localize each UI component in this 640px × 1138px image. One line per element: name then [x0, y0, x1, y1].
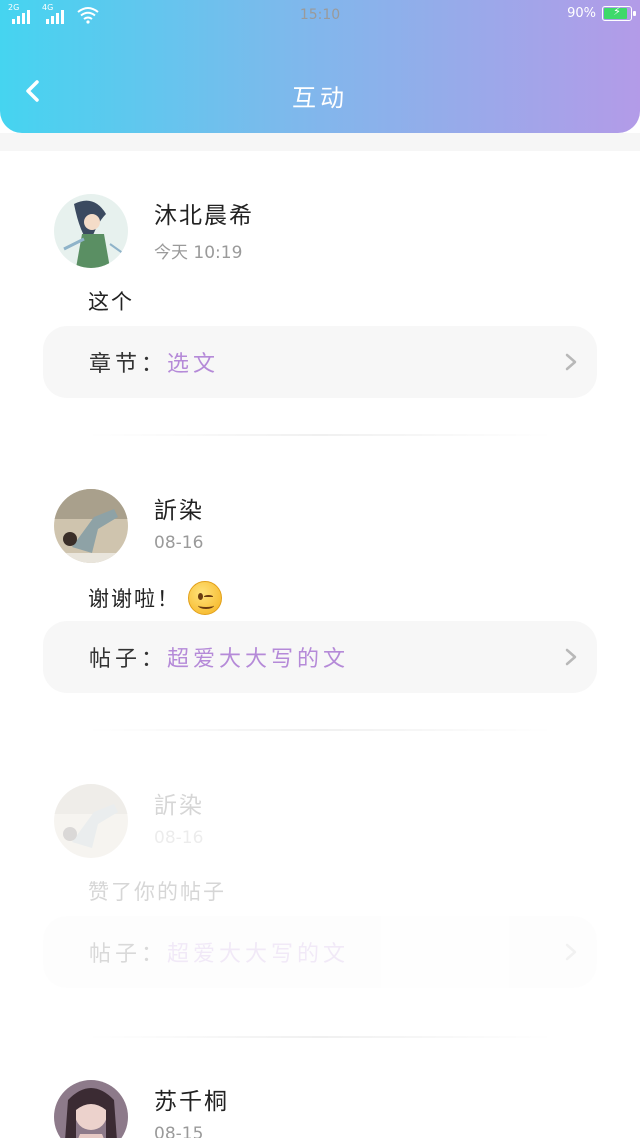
page-title: 互动 [292, 84, 348, 112]
divider [85, 729, 555, 731]
link-value: 超爱大大写的文 [167, 647, 350, 672]
chevron-right-icon [565, 648, 577, 666]
interaction-card: 苏千桐 08-15 [0, 1038, 640, 1138]
user-name: 苏千桐 [154, 1089, 229, 1115]
timestamp: 08-15 [154, 1124, 204, 1138]
comment-text-value: 谢谢啦！ [88, 587, 180, 611]
status-time: 15:10 [299, 7, 341, 23]
navbar: 互动 [0, 32, 640, 133]
post-link[interactable]: 帖子：超爱大大写的文 [43, 621, 597, 693]
link-text: 章节：选文 [89, 346, 219, 378]
link-label: 帖子： [89, 647, 168, 672]
comment-text-value: 赞了你的帖子 [88, 880, 226, 904]
interaction-card: 沐北晨希 今天 10:19 这个 章节：选文 [0, 152, 640, 448]
link-text: 帖子：超爱大大写的文 [89, 641, 349, 673]
interaction-card-read: 訢染 08-16 赞了你的帖子 帖子：超爱大大写的文 [0, 742, 640, 1038]
chapter-link[interactable]: 章节：选文 [43, 326, 597, 398]
comment-text: 赞了你的帖子 [88, 876, 226, 906]
header-shadow-strip [0, 133, 640, 151]
link-label: 帖子： [89, 942, 168, 967]
link-value: 超爱大大写的文 [167, 942, 350, 967]
avatar[interactable] [54, 489, 128, 563]
user-name: 訢染 [154, 793, 204, 819]
status-bar: 2G 4G 15:10 90% ⚡ [0, 0, 640, 32]
header-bar: 2G 4G 15:10 90% ⚡ 互动 [0, 0, 640, 133]
avatar[interactable] [54, 194, 128, 268]
user-name: 沐北晨希 [154, 203, 254, 229]
timestamp: 今天 10:19 [154, 243, 243, 263]
comment-text: 谢谢啦！ [88, 581, 222, 615]
chevron-right-icon [565, 353, 577, 371]
avatar[interactable] [54, 1080, 128, 1138]
timestamp: 08-16 [154, 533, 204, 553]
chevron-right-icon [565, 943, 577, 961]
user-name: 訢染 [154, 498, 204, 524]
interaction-card: 訢染 08-16 谢谢啦！ 帖子：超爱大大写的文 [0, 447, 640, 743]
charging-bolt-icon: ⚡ [613, 5, 621, 18]
link-label: 章节： [89, 352, 168, 377]
timestamp: 08-16 [154, 828, 204, 848]
wink-emoji-icon [188, 581, 222, 615]
post-link[interactable]: 帖子：超爱大大写的文 [43, 916, 597, 988]
link-text: 帖子：超爱大大写的文 [89, 936, 349, 968]
comment-text-value: 这个 [88, 290, 134, 314]
link-value: 选文 [167, 352, 220, 377]
divider [85, 434, 555, 436]
battery-icon: ⚡ [602, 5, 636, 21]
comment-text: 这个 [88, 286, 134, 316]
avatar[interactable] [54, 784, 128, 858]
status-right: 90% ⚡ [567, 5, 636, 21]
battery-percent: 90% [567, 6, 596, 21]
